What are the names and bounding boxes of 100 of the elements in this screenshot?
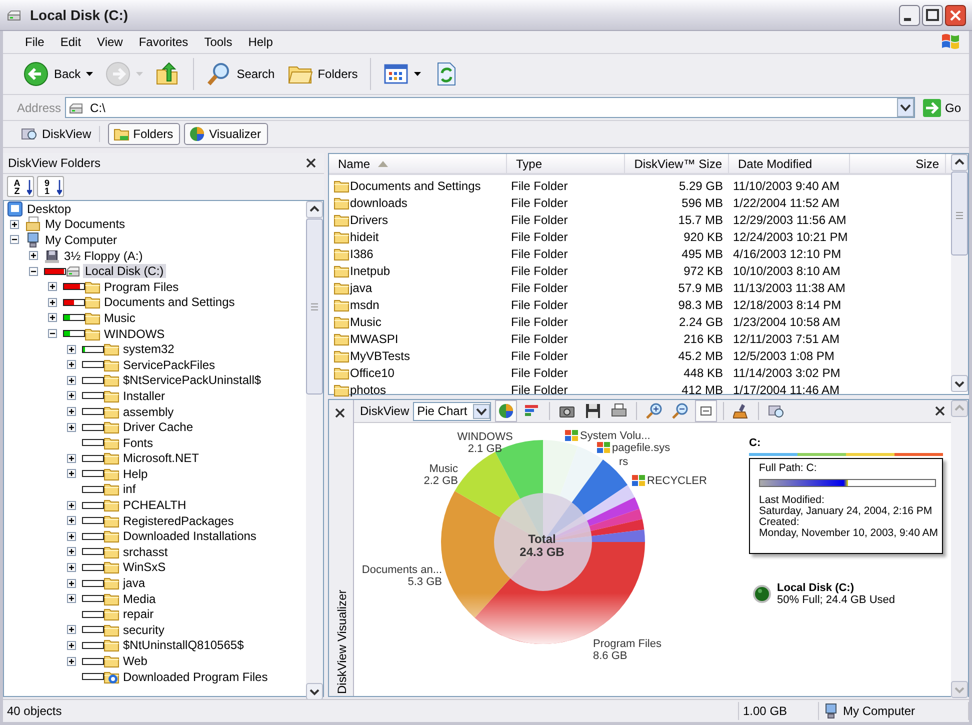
tree-expander[interactable] — [48, 313, 57, 322]
tree-expander[interactable] — [48, 329, 57, 338]
tree-item[interactable]: 3½ Floppy (A:) — [62, 248, 145, 263]
menu-item[interactable]: Help — [240, 33, 281, 51]
tree-expander[interactable] — [67, 422, 76, 432]
tree-expander[interactable] — [67, 391, 76, 400]
tree-expander[interactable] — [48, 298, 57, 307]
table-cell[interactable]: photos — [350, 382, 386, 396]
column-header[interactable]: DiskView™ Size — [625, 154, 729, 173]
tree-expander[interactable] — [67, 454, 76, 463]
tree-item[interactable]: Help — [121, 466, 150, 481]
back-button[interactable]: Back — [19, 58, 97, 90]
column-header[interactable]: Size — [850, 154, 946, 173]
tree-expander[interactable] — [67, 594, 76, 604]
table-cell[interactable]: hideit — [350, 230, 379, 244]
tree-expander[interactable] — [67, 547, 76, 556]
table-cell[interactable]: java — [350, 280, 372, 294]
tree-item[interactable]: Microsoft.NET — [121, 451, 202, 466]
table-cell[interactable]: Music — [350, 314, 382, 328]
usage-bar — [82, 548, 104, 556]
tree-expander[interactable] — [48, 282, 57, 292]
tree-item[interactable]: repair — [121, 607, 156, 622]
tree-item[interactable]: Installer — [121, 388, 168, 403]
tree-item[interactable]: system32 — [121, 342, 176, 356]
folders-button[interactable]: Folders — [282, 58, 362, 90]
table-cell[interactable]: msdn — [350, 298, 380, 312]
table-cell[interactable]: Inetpub — [350, 264, 390, 278]
chart-type-dropdown[interactable]: Pie Chart — [413, 402, 492, 420]
search-button[interactable]: Search — [202, 58, 279, 90]
column-header[interactable]: Name — [329, 154, 507, 173]
tree-expander[interactable] — [67, 407, 76, 416]
table-cell[interactable]: Drivers — [350, 212, 388, 226]
tree-expander[interactable] — [67, 656, 76, 666]
tree-item[interactable]: Driver Cache — [121, 420, 196, 434]
go-button[interactable]: Go — [918, 98, 965, 116]
column-header[interactable]: Type — [507, 154, 625, 173]
tree-item[interactable]: My Computer — [43, 232, 120, 247]
close-icon[interactable] — [935, 406, 945, 416]
tree-item[interactable]: PCHEALTH — [121, 498, 188, 512]
tree-item[interactable]: srchasst — [121, 544, 170, 559]
menu-item[interactable]: File — [17, 33, 52, 51]
close-icon[interactable] — [335, 408, 345, 418]
menu-item[interactable]: Favorites — [130, 33, 196, 51]
tree-expander[interactable] — [67, 625, 76, 634]
table-cell[interactable]: Office10 — [350, 366, 394, 380]
tree-expander[interactable] — [67, 578, 76, 588]
table-cell[interactable]: downloads — [350, 196, 408, 210]
table-cell[interactable]: MyVBTests — [350, 348, 410, 362]
tree-item[interactable]: My Documents — [43, 217, 128, 232]
sort-button[interactable]: A Z — [7, 176, 34, 197]
tree-expander[interactable] — [67, 376, 76, 385]
menu-item[interactable]: View — [89, 33, 131, 51]
close-icon[interactable] — [306, 158, 316, 168]
pie-tool-button[interactable] — [495, 400, 518, 422]
tree-item[interactable]: Downloaded Installations — [121, 529, 258, 544]
tree-expander[interactable] — [67, 532, 76, 541]
tree-item[interactable]: Web — [121, 654, 150, 668]
visualizer-button[interactable]: Visualizer — [184, 123, 268, 145]
tree-item[interactable]: java — [121, 576, 148, 590]
fit-tool-button[interactable] — [695, 400, 718, 422]
tree-item[interactable]: Media — [121, 592, 158, 606]
table-cell[interactable]: I386 — [350, 246, 374, 260]
tree-item[interactable]: inf — [121, 482, 138, 496]
close-button[interactable] — [945, 4, 966, 26]
tree-item[interactable]: WINDOWS — [102, 326, 167, 341]
menu-item[interactable]: Edit — [52, 33, 90, 51]
tree-item[interactable]: WinSxS — [121, 560, 168, 574]
tree-item[interactable]: assembly — [121, 404, 176, 419]
tree-expander[interactable] — [10, 235, 19, 244]
tree-item[interactable]: Downloaded Program Files — [121, 670, 270, 684]
tree-item[interactable]: Fonts — [121, 436, 156, 450]
tree-expander[interactable] — [67, 344, 76, 354]
table-cell[interactable]: Documents and Settings — [350, 178, 481, 192]
tree-item[interactable]: $NtServicePackUninstall$ — [121, 373, 264, 388]
address-field[interactable]: C:\ — [65, 97, 915, 118]
tree-item[interactable]: security — [121, 622, 166, 637]
tree-item[interactable]: Program Files — [102, 280, 181, 294]
tree-expander[interactable] — [67, 562, 76, 572]
table-cell[interactable]: MWASPI — [350, 332, 398, 346]
tree-item[interactable]: ServicePackFiles — [121, 358, 218, 372]
tree-expander[interactable] — [10, 220, 19, 229]
menu-item[interactable]: Tools — [196, 33, 240, 51]
tree-item[interactable]: Documents and Settings — [102, 295, 237, 310]
folders-button[interactable]: Folders — [108, 123, 180, 145]
tree-item[interactable]: Desktop — [25, 202, 74, 216]
minimize-button[interactable] — [899, 4, 920, 26]
sort-button[interactable]: 9 1 — [37, 176, 64, 197]
maximize-button[interactable] — [922, 4, 943, 26]
tree-item[interactable]: Local Disk (C:) — [83, 264, 166, 278]
tree-expander[interactable] — [67, 500, 76, 510]
tree-item[interactable]: $NtUninstallQ810565$ — [121, 638, 246, 652]
tree-expander[interactable] — [67, 640, 76, 650]
tree-expander[interactable] — [67, 469, 76, 478]
tree-expander[interactable] — [29, 266, 38, 276]
tree-item[interactable]: RegisteredPackages — [121, 514, 236, 528]
tree-expander[interactable] — [29, 251, 38, 260]
tree-expander[interactable] — [67, 516, 76, 526]
column-header[interactable]: Date Modified — [729, 154, 850, 173]
tree-item[interactable]: Music — [102, 310, 138, 325]
tree-expander[interactable] — [67, 360, 76, 370]
